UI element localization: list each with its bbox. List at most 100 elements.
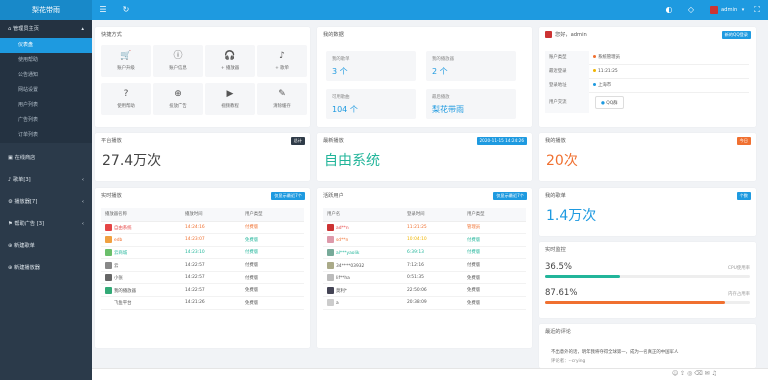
shortcut-music-note[interactable]: ♪ + 歌单: [257, 45, 307, 77]
sidebar-new-songlist[interactable]: ⊕ 新建歌单: [0, 237, 92, 255]
data-value: 3 个: [332, 67, 348, 76]
sidebar-group-label: 管理员主页: [12, 26, 39, 32]
data-box[interactable]: 我的歌单 3 个: [326, 51, 416, 81]
chevron-left-icon: ‹: [81, 221, 84, 227]
menu-toggle-icon[interactable]: ☰: [98, 5, 108, 15]
shortcut-help-doc[interactable]: ? 使用帮助: [101, 83, 151, 115]
headphones-icon: 🎧: [224, 51, 236, 61]
status-dot: [593, 83, 596, 86]
chevron-left-icon: ‹: [81, 177, 84, 183]
user-avatar[interactable]: [710, 6, 718, 14]
table-row[interactable]: edb 14:23:07 免费版: [101, 233, 304, 247]
sidebar-group-player[interactable]: ⚙ 播放器[7] ‹: [0, 193, 92, 211]
cpu-progress-fill: [545, 275, 620, 278]
shortcut-cart[interactable]: 🛒 账户升级: [101, 45, 151, 77]
sidebar-item-notice[interactable]: 公告通知: [0, 68, 92, 83]
tag-icon[interactable]: ◇: [686, 5, 696, 15]
column-header: 播放器名称: [101, 208, 185, 222]
table-row[interactable]: 云商城 14:23:10 付费版: [101, 246, 304, 260]
row-name: 我的播放器: [114, 288, 136, 294]
qq-group-button[interactable]: ● QQ群: [595, 96, 624, 109]
name-cell: 34****03932: [323, 258, 407, 272]
data-box[interactable]: 可用歌曲 104 个: [326, 89, 416, 119]
profile-row: 用户交流 ● QQ群: [545, 93, 749, 113]
table-row[interactable]: 34****03932 7:12:16 付费版: [323, 258, 526, 272]
shortcut-video[interactable]: ▶ 视频教程: [205, 83, 255, 115]
shortcut-info[interactable]: ⓘ 账户信息: [153, 45, 203, 77]
sidebar-item-ads[interactable]: 广告列表: [0, 113, 92, 128]
column-header: 用户类型: [467, 208, 526, 222]
row-time: 11:21:25: [407, 221, 467, 235]
sidebar-group-label: 歌单[3]: [12, 177, 31, 183]
brand-logo[interactable]: 梨花带雨: [0, 0, 92, 20]
refresh-icon[interactable]: ↻: [121, 5, 131, 15]
data-box[interactable]: 我的播放器 2 个: [426, 51, 516, 81]
row-time: 10:04:10: [407, 233, 467, 247]
name-cell: 自由系统: [101, 221, 185, 235]
users-table: 用户名 登录时间 用户类型 ad**n 11:21:25 管理员 sd**n 10:04…: [323, 208, 526, 310]
status-dot: [593, 69, 596, 72]
sidebar-group-label: 帮助广告 [3]: [14, 221, 45, 227]
sidebar-group-helpads[interactable]: ⚑ 帮助广告 [3] ‹: [0, 215, 92, 233]
table-row[interactable]: 莫利* 22:50:06 免费版: [323, 283, 526, 298]
chevron-down-icon[interactable]: ▾: [738, 5, 748, 15]
sidebar-group-songlist[interactable]: ♪ 歌单[3] ‹: [0, 171, 92, 189]
row-time: 22:50:06: [407, 283, 467, 298]
skin-icon[interactable]: ◐: [664, 5, 674, 15]
users-card: 活跃用户 仅显示最近7个 用户名 登录时间 用户类型 ad**n 11:21:25…: [317, 188, 532, 348]
sidebar-item-dashboard[interactable]: 仪表盘: [0, 38, 92, 53]
sidebar: ⌂ 管理员主页 ▴ 仪表盘 使用帮助 公告通知 网站设置 用户列表 广告列表 订单…: [0, 20, 92, 380]
table-row[interactable]: lif**ha 0:51:35 免费版: [323, 271, 526, 285]
name-cell: lif**ha: [323, 271, 407, 285]
row-name: 云商城: [114, 250, 128, 256]
user-name[interactable]: admin: [721, 0, 737, 20]
table-row[interactable]: 飞鱼平台 14:21:26 免费版: [101, 296, 304, 310]
stat-card: 我的播放 今日 20次: [539, 133, 756, 181]
card-title: 最近的评论: [545, 329, 571, 335]
shortcut-headphones[interactable]: 🎧 + 播放器: [205, 45, 255, 77]
card-title: 平台播放: [101, 138, 122, 144]
table-row[interactable]: ad**n 11:21:25 管理员: [323, 221, 526, 235]
sidebar-item-users[interactable]: 用户列表: [0, 98, 92, 113]
fullscreen-icon[interactable]: ⛶: [752, 5, 762, 15]
sidebar-item-orders[interactable]: 订单列表: [0, 128, 92, 143]
sidebar-new-player[interactable]: ⊕ 新建播放器: [0, 259, 92, 277]
table-row[interactable]: al***yaolik 6:39:13 付费版: [323, 246, 526, 260]
stat-badge: 个数: [736, 192, 751, 200]
row-value-text: 11:21:25: [598, 69, 618, 74]
cpu-label: CPU使用率: [727, 266, 750, 271]
table-row[interactable]: 云 14:22:57 付费版: [101, 258, 304, 272]
shortcut-plus-circle[interactable]: ⊕ 投放广告: [153, 83, 203, 115]
chevron-up-icon: ▴: [81, 26, 84, 32]
profile-row: 登录地址 上海市: [545, 79, 749, 93]
shortcut-label: + 播放器: [220, 66, 240, 71]
avatar: [105, 236, 112, 244]
row-type: 付费版: [467, 246, 526, 260]
shortcut-broom[interactable]: ✎ 清除缓存: [257, 83, 307, 115]
table-row[interactable]: 我的播放器 14:22:57 免费版: [101, 283, 304, 298]
row-name: lif**ha: [336, 276, 350, 282]
stat-card: 最新播放 2020-11-15 14:24:26 自由系统: [317, 133, 532, 181]
sidebar-item-settings[interactable]: 网站设置: [0, 83, 92, 98]
row-name: 云: [114, 263, 119, 269]
column-header: 播放时间: [185, 208, 245, 222]
qq-login-badge[interactable]: 新的QQ登录: [721, 31, 751, 39]
row-type: 付费版: [245, 221, 304, 235]
row-value: 11:21:25: [593, 65, 618, 79]
sidebar-group-admin[interactable]: ⌂ 管理员主页 ▴: [0, 20, 92, 38]
table-row[interactable]: a 20:38:09 免费版: [323, 296, 526, 310]
top-bar: 梨花带雨 ☰ ↻ ◐ ◇ admin ▾ ⛶: [0, 0, 768, 20]
table-row[interactable]: 小张 14:22:57 付费版: [101, 271, 304, 285]
row-key: 最近登录: [545, 65, 589, 79]
players-table-wrap: 播放器名称 播放时间 用户类型 自由系统 14:24:16 付费版 edb 14:23:…: [101, 208, 304, 310]
memory-label: 内存占用率: [728, 292, 750, 297]
column-header: 登录时间: [407, 208, 467, 222]
table-row[interactable]: sd**n 10:04:10 付费版: [323, 233, 526, 247]
data-box[interactable]: 最后播放 梨花带雨: [426, 89, 516, 119]
cpu-monitor: 36.5% CPU使用率: [545, 262, 750, 286]
row-time: 20:38:09: [407, 296, 467, 310]
sidebar-item-help[interactable]: 使用帮助: [0, 53, 92, 68]
sidebar-group-store[interactable]: ▣ 在线商店: [0, 149, 92, 167]
table-row[interactable]: 自由系统 14:24:16 付费版: [101, 221, 304, 235]
data-value: 104 个: [332, 105, 358, 114]
